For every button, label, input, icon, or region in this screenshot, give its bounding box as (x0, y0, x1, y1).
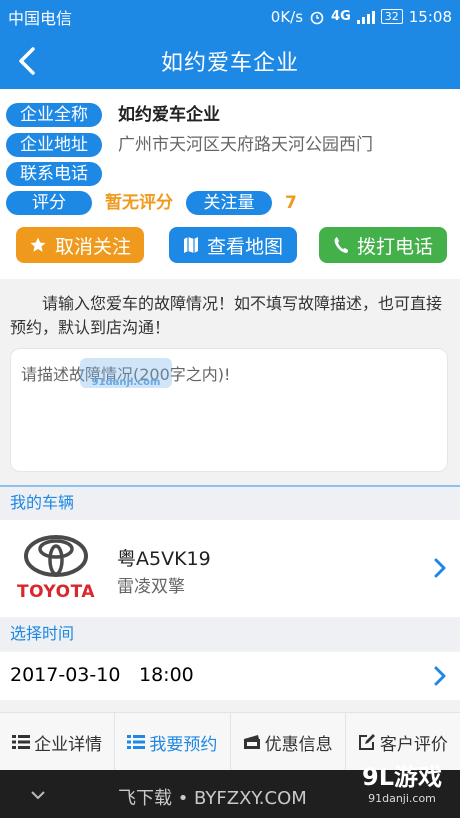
fault-description-input[interactable]: 请描述故障情况(200字之内)! (10, 348, 448, 472)
selected-date: 2017-03-10 (10, 664, 121, 686)
time-section-header: 选择时间 (0, 618, 460, 650)
selected-time: 18:00 (139, 664, 194, 686)
carrier-name: 中国电信 (8, 8, 73, 28)
call-button[interactable]: 拨打电话 (319, 227, 447, 263)
company-info-card: 企业全称 如约爱车企业 企业地址 广州市天河区天府路天河公园西门 联系电话 评分… (0, 89, 460, 279)
tab-label: 客户评价 (379, 734, 448, 755)
vehicle-section-title: 我的车辆 (10, 493, 75, 512)
rating-label: 评分 (6, 191, 92, 215)
chevron-right-icon (434, 666, 446, 686)
back-button[interactable] (10, 43, 44, 79)
view-map-button[interactable]: 查看地图 (169, 227, 297, 263)
chevron-right-icon (434, 558, 446, 578)
fault-section: 请输入您爱车的故障情况！如不填写故障描述，也可直接预约，默认到店沟通！ 请描述故… (0, 286, 460, 486)
chevron-down-icon[interactable] (30, 790, 46, 800)
follows-label: 关注量 (186, 191, 272, 215)
system-nav-bar: 飞下载 • BYFZXY.COM 9L游戏 91danji.com (0, 763, 460, 818)
unfollow-button[interactable]: 取消关注 (16, 227, 144, 263)
star-icon (30, 237, 46, 252)
tab-book-appointment[interactable]: 我要预约 (115, 713, 231, 771)
clock: 15:08 (408, 7, 452, 26)
status-bar: 中国电信 0K/s 4G 32 15:08 (0, 0, 460, 33)
list-icon (127, 735, 146, 749)
ticket-icon (243, 735, 260, 749)
phone-icon (334, 237, 348, 253)
time-section-title: 选择时间 (10, 624, 75, 643)
rating-value: 暂无评分 (105, 193, 173, 213)
page-title: 如约爱车企业 (160, 51, 299, 76)
call-label: 拨打电话 (356, 235, 433, 258)
vehicle-plate: 粤A5VK19 (117, 548, 211, 570)
watermark-brand: 9L游戏 91danji.com (362, 763, 442, 805)
toyota-emblem-icon (24, 535, 88, 577)
tab-promotions[interactable]: 优惠信息 (231, 713, 346, 771)
tab-company-details[interactable]: 企业详情 (0, 713, 116, 771)
view-map-label: 查看地图 (206, 235, 283, 258)
company-address-label: 企业地址 (6, 133, 102, 157)
network-type: 4G (331, 9, 351, 24)
watermark-center: 飞下载 • BYFZXY.COM (118, 788, 307, 809)
map-icon (183, 237, 198, 253)
edit-icon (358, 734, 375, 750)
signal-icon (356, 10, 375, 24)
tab-label: 优惠信息 (264, 734, 333, 755)
time-picker-row[interactable]: 2017-03-10 18:00 (0, 652, 460, 700)
follows-count: 7 (285, 193, 297, 213)
company-name-label: 企业全称 (6, 103, 102, 127)
list-icon (12, 735, 31, 749)
network-speed: 0K/s (270, 7, 304, 26)
company-name: 如约爱车企业 (118, 105, 220, 125)
vehicle-model: 雷凌双擎 (117, 577, 185, 597)
fault-hint: 请输入您爱车的故障情况！如不填写故障描述，也可直接预约，默认到店沟通！ (10, 294, 443, 337)
company-phone-label: 联系电话 (6, 162, 102, 186)
toyota-wordmark: TOYOTA (16, 582, 96, 602)
battery-icon: 32 (380, 9, 403, 24)
nav-bar: 如约爱车企业 (0, 33, 460, 89)
watermark-overlay: 91danji.com (80, 358, 172, 388)
vehicle-section-header: 我的车辆 (0, 487, 460, 519)
alarm-icon (310, 11, 324, 24)
chevron-left-icon (19, 47, 35, 75)
vehicle-row[interactable]: TOYOTA 粤A5VK19 雷凌双擎 (0, 520, 460, 617)
tab-label: 我要预约 (149, 734, 218, 755)
tab-label: 企业详情 (34, 734, 103, 755)
unfollow-label: 取消关注 (54, 235, 131, 258)
company-address: 广州市天河区天府路天河公园西门 (118, 135, 373, 155)
toyota-logo: TOYOTA (14, 532, 98, 606)
